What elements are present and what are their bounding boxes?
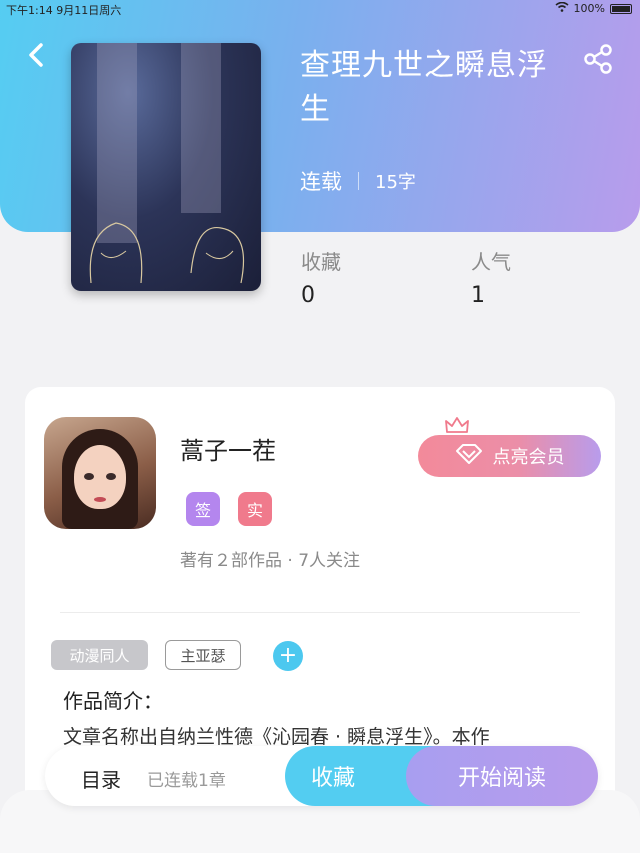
start-reading-label: 开始阅读 — [457, 766, 546, 791]
crown-icon — [444, 415, 470, 435]
status-time-date: 下午1:14 9月11日周六 — [6, 2, 121, 18]
book-title: 查理九世之瞬息浮生 — [300, 48, 548, 127]
verified-badge: 实 — [238, 492, 272, 526]
toc-button[interactable]: 目录 — [81, 764, 121, 793]
bottom-action-bar: 目录 已连载1章 收藏 开始阅读 — [45, 746, 598, 806]
chapter-count: 已连载1章 — [147, 771, 226, 791]
share-icon[interactable] — [582, 42, 616, 76]
word-count: 15字 — [375, 172, 416, 193]
battery-icon — [610, 3, 632, 14]
stat-label: 人气 — [471, 250, 511, 274]
diamond-icon — [455, 443, 483, 470]
avatar-eye — [84, 473, 94, 480]
stat-favorites: 收藏 0 — [301, 246, 341, 308]
intro-heading: 作品简介： — [63, 689, 163, 713]
stat-value: 1 — [471, 283, 485, 308]
signed-badge: 签 — [186, 492, 220, 526]
vip-button[interactable]: 点亮会员 — [418, 435, 601, 477]
battery-percent: 100% — [573, 2, 605, 15]
card-divider — [60, 612, 580, 613]
intro-text: 文章名称出自纳兰性德《沁园春 · 瞬息浮生》。本作 — [63, 726, 490, 748]
add-tag-button[interactable]: + — [273, 641, 303, 671]
status-bar: 下午1:14 9月11日周六 100% — [0, 0, 640, 18]
status-date: 9月11日周六 — [56, 4, 122, 17]
author-avatar[interactable] — [44, 417, 156, 529]
stat-label: 收藏 — [301, 250, 341, 274]
wifi-icon — [555, 1, 569, 15]
cover-stripe — [181, 43, 221, 213]
stat-popularity: 人气 1 — [471, 246, 511, 308]
author-works-follows: 著有２部作品 · 7人关注 — [180, 551, 361, 571]
favorite-button-label: 收藏 — [311, 766, 356, 791]
back-icon[interactable] — [22, 40, 52, 70]
vip-button-label: 点亮会员 — [492, 447, 565, 468]
status-right: 100% — [555, 1, 632, 15]
status-time: 下午1:14 — [6, 4, 53, 17]
tag-genre[interactable]: 动漫同人 — [51, 640, 148, 670]
avatar-eye — [106, 473, 116, 480]
cover-illustration — [89, 222, 245, 284]
start-reading-button[interactable]: 开始阅读 — [406, 746, 598, 806]
tag-character[interactable]: 主亚瑟 — [165, 640, 241, 670]
avatar-lip — [94, 497, 106, 502]
author-name[interactable]: 蒿子一茬 — [180, 431, 276, 466]
serial-status: 连载 — [300, 170, 342, 194]
book-meta: 连载 15字 — [300, 166, 416, 196]
stat-value: 0 — [301, 283, 315, 308]
meta-divider — [358, 172, 359, 190]
book-cover[interactable] — [71, 43, 261, 291]
